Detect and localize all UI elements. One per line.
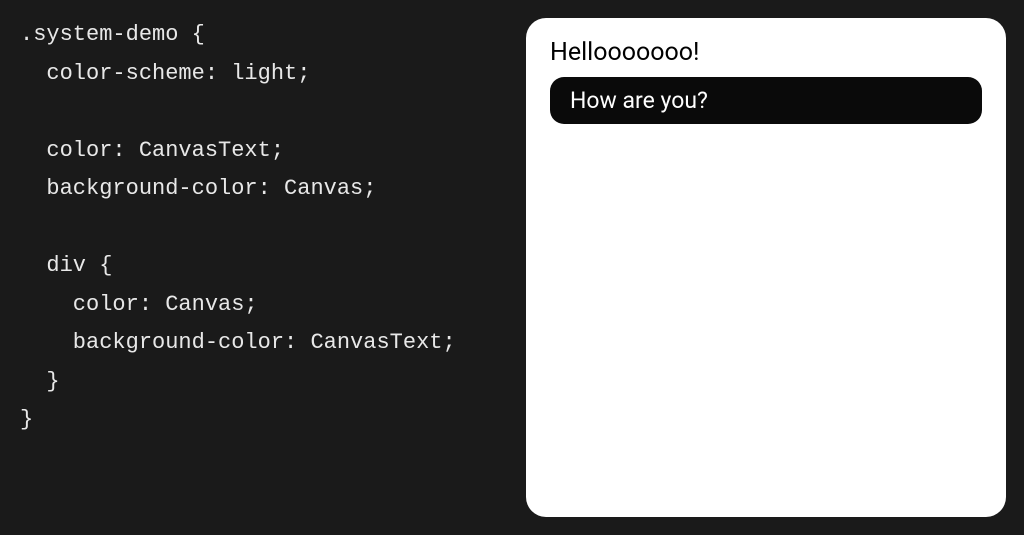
code-line: background-color: CanvasText; — [20, 330, 456, 355]
code-line: color-scheme: light; — [20, 61, 310, 86]
code-line: } — [20, 369, 60, 394]
code-line: .system-demo { — [20, 22, 205, 47]
code-line: } — [20, 407, 33, 432]
code-line: color: CanvasText; — [20, 138, 284, 163]
code-line: div { — [20, 253, 112, 278]
preview-panel: Hellooooooo! How are you? — [526, 18, 1006, 517]
code-line: color: Canvas; — [20, 292, 258, 317]
preview-heading: Hellooooooo! — [550, 38, 982, 67]
code-line: background-color: Canvas; — [20, 176, 376, 201]
preview-bubble: How are you? — [550, 77, 982, 124]
code-panel: .system-demo { color-scheme: light; colo… — [0, 0, 526, 535]
